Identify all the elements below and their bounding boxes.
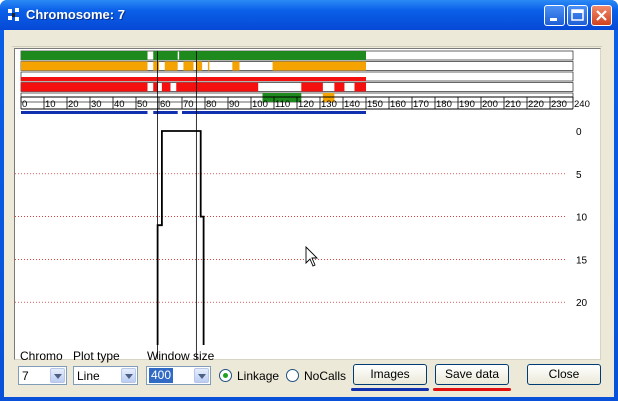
track-segment: [161, 82, 171, 92]
chromo-value: 7: [22, 369, 29, 383]
title-bar[interactable]: Chromosome: 7: [0, 0, 618, 30]
x-tick-label: 60: [160, 99, 171, 110]
track-segment: [301, 82, 323, 92]
x-tick-label: 30: [91, 99, 102, 110]
client-area: 0 10 20 30 40 50 60 70 80 90 100 110 120 130 140 150 160…: [4, 30, 614, 397]
chromosome-window: Chromosome: 7 0 10 20 30 40 50 60 70 80 90 100 110 1…: [0, 0, 618, 401]
minimize-icon: [550, 18, 557, 21]
y-tick-label: 15: [576, 255, 588, 266]
plot-type-select[interactable]: Line: [73, 366, 138, 385]
images-button[interactable]: Images: [353, 364, 427, 385]
linkage-label: Linkage: [237, 369, 280, 383]
maximize-button[interactable]: [567, 5, 588, 26]
track-segment: [153, 61, 159, 71]
y-tick-label: 5: [576, 170, 582, 181]
window-size-label: Window size: [147, 349, 215, 363]
y-tick-label: 20: [576, 298, 588, 309]
chevron-down-icon[interactable]: [194, 368, 209, 383]
x-tick-label: 70: [183, 99, 194, 110]
x-tick-label: 240: [574, 99, 590, 110]
track-segment: [176, 82, 259, 92]
save-data-button[interactable]: Save data: [435, 364, 509, 385]
chromosome-plot[interactable]: 0 10 20 30 40 50 60 70 80 90 100 110 120 130 140 150 160…: [15, 49, 600, 359]
nocalls-radio[interactable]: [286, 369, 299, 382]
x-tick-label: 10: [45, 99, 56, 110]
x-tick-label: 20: [68, 99, 79, 110]
mouse-cursor-icon: [305, 245, 319, 267]
y-tick-label: 10: [576, 213, 588, 224]
blue-range-bar: [153, 111, 178, 114]
x-tick-label: 210: [505, 99, 521, 110]
x-tick-label: 0: [22, 99, 27, 110]
x-tick-label: 120: [298, 99, 314, 110]
y-tick-label: 0: [576, 127, 582, 138]
app-icon: [8, 8, 19, 21]
x-tick-label: 90: [229, 99, 240, 110]
x-tick-label: 180: [436, 99, 452, 110]
chevron-down-icon[interactable]: [50, 368, 65, 383]
x-tick-label: 110: [275, 99, 290, 110]
x-tick-label: 230: [551, 99, 567, 110]
x-tick-label: 200: [482, 99, 498, 110]
track-segment: [207, 61, 210, 71]
x-tick-label: 50: [137, 99, 148, 110]
x-tick-label: 190: [459, 99, 475, 110]
x-tick-label: 40: [114, 99, 125, 110]
track-segment: [21, 61, 148, 71]
track-segment: [334, 82, 345, 92]
track-segment: [354, 82, 366, 92]
chevron-down-icon[interactable]: [121, 368, 136, 383]
window-size-select[interactable]: 400: [146, 366, 211, 385]
x-tick-label: 160: [390, 99, 406, 110]
minimize-button[interactable]: [544, 5, 565, 26]
track-segment: [183, 61, 194, 71]
x-tick-label: 170: [413, 99, 429, 110]
plot-type-label: Plot type: [73, 349, 120, 363]
linkage-radio[interactable]: [219, 369, 232, 382]
save-data-underline: [433, 388, 511, 391]
chromo-select[interactable]: 7: [18, 366, 67, 385]
track-segment: [21, 82, 148, 92]
close-icon: [596, 10, 607, 21]
maximize-icon: [571, 9, 584, 21]
x-tick-label: 80: [206, 99, 217, 110]
x-tick-label: 140: [344, 99, 360, 110]
track-segment: [153, 82, 158, 92]
track-segment: [196, 61, 203, 71]
close-window-button[interactable]: [591, 5, 612, 26]
x-tick-label: 150: [367, 99, 383, 110]
track-segment: [21, 77, 366, 81]
window-title: Chromosome: 7: [26, 7, 125, 22]
track-segment: [153, 51, 178, 60]
chromosome-plot-panel: 0 10 20 30 40 50 60 70 80 90 100 110 120 130 140 150 160…: [14, 48, 601, 360]
window-size-value: 400: [149, 368, 174, 383]
track-segment: [21, 51, 148, 60]
blue-range-bar: [21, 111, 148, 114]
track-segment: [272, 61, 366, 71]
track-segment: [164, 61, 178, 71]
track-segment: [179, 51, 366, 60]
x-tick-label: 100: [252, 99, 268, 110]
track-segment: [232, 61, 240, 71]
blue-range-bar: [182, 111, 366, 114]
plot-type-value: Line: [77, 369, 100, 383]
x-tick-label: 130: [321, 99, 337, 110]
images-underline: [351, 388, 429, 391]
nocalls-label: NoCalls: [304, 369, 347, 383]
group-divider: [12, 46, 602, 47]
close-button[interactable]: Close: [527, 364, 601, 385]
chromo-label: Chromo: [20, 349, 63, 363]
x-tick-label: 220: [528, 99, 544, 110]
